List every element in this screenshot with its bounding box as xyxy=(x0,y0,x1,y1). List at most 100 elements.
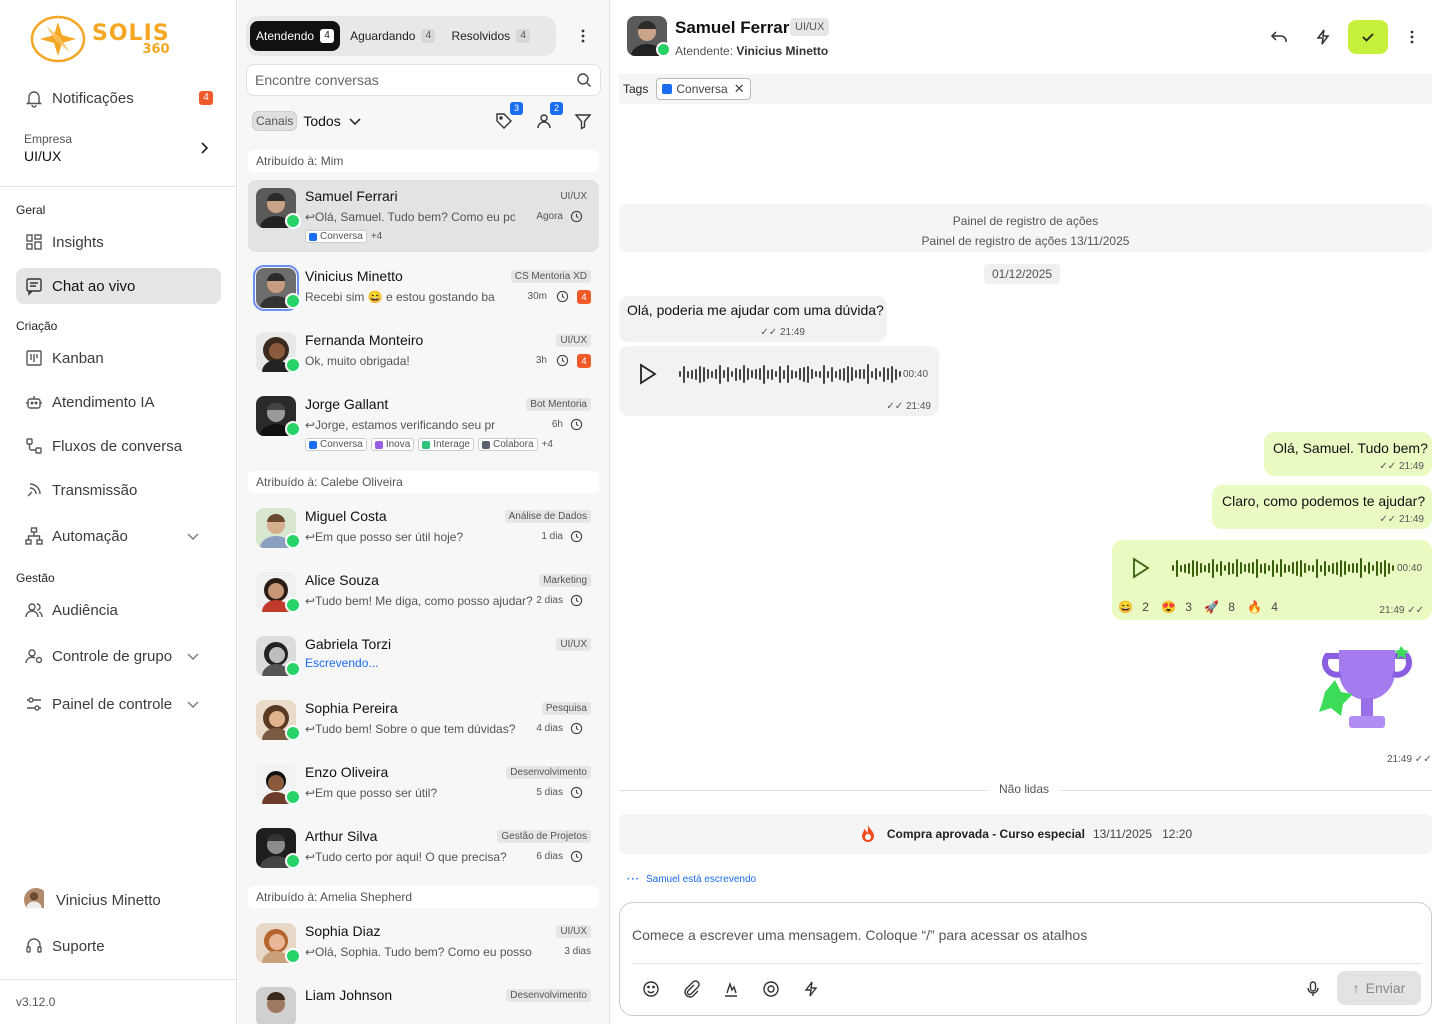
waveform-bar xyxy=(1332,562,1334,574)
search-input[interactable]: Encontre conversas xyxy=(246,64,601,96)
clock-icon xyxy=(570,786,583,799)
conversation-item[interactable]: Samuel Ferrari UI/UX ↩Olá, Samuel. Tudo … xyxy=(248,180,599,252)
waveform-bar xyxy=(1308,565,1310,571)
attachment-icon[interactable] xyxy=(682,980,700,998)
event-time: 12:20 xyxy=(1162,827,1193,841)
search-icon xyxy=(577,73,591,87)
conversation-item[interactable]: Fernanda Monteiro UI/UX Ok, muito obriga… xyxy=(248,324,599,396)
group-header: Atribuído à: Amelia Shepherd xyxy=(248,886,599,908)
nav-controle-grupo[interactable]: Controle de grupo xyxy=(16,638,221,674)
conversation-item[interactable]: Alice Souza Marketing ↩Tudo bem! Me diga… xyxy=(248,564,599,636)
nav-chat-ao-vivo[interactable]: Chat ao vivo xyxy=(16,268,221,304)
tag-chip[interactable]: Conversa ✕ xyxy=(656,78,751,100)
whatsapp-icon xyxy=(285,293,301,309)
nav-painel-controle[interactable]: Painel de controle xyxy=(16,686,221,722)
microphone-icon[interactable] xyxy=(1304,980,1322,998)
conversation-item[interactable]: Vinicius Minetto CS Mentoria XD Recebi s… xyxy=(248,260,599,332)
conversation-item[interactable]: Gabriela Torzi UI/UX Escrevendo... xyxy=(248,628,599,700)
waveform-bar xyxy=(1204,564,1206,572)
tab-atendendo[interactable]: Atendendo 4 xyxy=(250,21,341,51)
waveform-bar xyxy=(727,366,729,382)
signature-icon[interactable] xyxy=(722,980,740,998)
shortcuts-button[interactable] xyxy=(1303,20,1343,54)
waveform-bar xyxy=(1256,558,1258,578)
robot-icon xyxy=(26,396,42,409)
notifications-item[interactable]: Notificações 4 xyxy=(16,80,221,116)
channel-select[interactable]: Todos xyxy=(303,113,340,129)
log-line: Painel de registro de ações 13/11/2025 xyxy=(921,234,1130,248)
nav-kanban[interactable]: Kanban xyxy=(16,340,221,376)
waveform-bar xyxy=(743,365,745,383)
record-icon[interactable] xyxy=(762,980,780,998)
nav-suporte[interactable]: Suporte xyxy=(16,928,221,964)
message-text: Olá, poderia me ajudar com uma dúvida? xyxy=(627,302,884,318)
close-icon[interactable]: ✕ xyxy=(734,81,745,97)
check-icon xyxy=(1362,33,1374,42)
team-badge: UI/UX xyxy=(790,18,830,36)
waveform-bar xyxy=(683,365,685,383)
nav-label: Fluxos de conversa xyxy=(52,437,183,455)
waveform-bar xyxy=(1244,564,1246,572)
send-button[interactable]: ↑ Enviar xyxy=(1337,971,1421,1005)
waveform-bar xyxy=(827,370,829,378)
conversation-item[interactable]: Arthur Silva Gestão de Projetos ↩Tudo ce… xyxy=(248,820,599,892)
nav-automacao[interactable]: Automação xyxy=(16,518,221,554)
play-icon[interactable] xyxy=(635,362,659,386)
tab-aguardando[interactable]: Aguardando 4 xyxy=(344,21,441,51)
message-time: 6 dias xyxy=(536,851,563,862)
nav-transmissao[interactable]: Transmissão xyxy=(16,472,221,508)
user-filter-count: 2 xyxy=(550,102,563,115)
emoji-icon[interactable] xyxy=(642,980,660,998)
resolve-button[interactable] xyxy=(1348,20,1388,54)
whatsapp-icon xyxy=(285,421,301,437)
conversation-item[interactable]: Liam Johnson Desenvolvimento xyxy=(248,979,599,1024)
team-badge: Desenvolvimento xyxy=(506,766,591,779)
whatsapp-icon xyxy=(285,213,301,229)
audio-waveform[interactable] xyxy=(679,362,903,386)
waveform-bar xyxy=(1372,565,1374,571)
user-profile[interactable]: Vinicius Minetto xyxy=(16,882,221,918)
conversation-item[interactable]: Enzo Oliveira Desenvolvimento ↩Em que po… xyxy=(248,756,599,828)
nav-insights[interactable]: Insights xyxy=(16,224,221,260)
play-icon[interactable] xyxy=(1128,556,1152,580)
contact-name: Alice Souza xyxy=(305,572,379,588)
last-message: ↩Jorge, estamos verificando seu problema… xyxy=(305,418,495,432)
fire-icon xyxy=(861,825,874,842)
waveform-bar xyxy=(1220,560,1222,576)
chevron-down-icon[interactable] xyxy=(347,113,363,129)
tab-label: Resolvidos xyxy=(451,29,511,43)
reactions[interactable]: 😄 2 😍 3 🚀 8 🔥 4 xyxy=(1118,600,1290,614)
nav-label: Audiência xyxy=(52,601,118,619)
conversation-item[interactable]: Sophia Diaz UI/UX ↩Olá, Sophia. Tudo bem… xyxy=(248,915,599,987)
trophy-sticker[interactable] xyxy=(1317,640,1417,744)
conversation-item[interactable]: Miguel Costa Análise de Dados ↩Em que po… xyxy=(248,500,599,572)
filter-icon[interactable] xyxy=(574,112,592,130)
message-time: 30m xyxy=(527,291,547,302)
app-version: v3.12.0 xyxy=(16,995,56,1009)
waveform-bar xyxy=(1180,564,1182,572)
brand-logo[interactable]: SOLIS 360 xyxy=(30,14,170,64)
nav-fluxos[interactable]: Fluxos de conversa xyxy=(16,428,221,464)
waveform-bar xyxy=(1216,564,1218,572)
user-icon xyxy=(537,114,551,129)
waveform-bar xyxy=(847,365,849,383)
tag-filter-button[interactable]: 3 xyxy=(495,102,523,130)
more-vertical-icon[interactable] xyxy=(574,27,592,45)
conversation-item[interactable]: Jorge Gallant Bot Mentoria ↩Jorge, estam… xyxy=(248,388,599,460)
conversation-list: Atendendo 4 Aguardando 4 Resolvidos 4 Encon… xyxy=(238,0,610,1024)
undo-button[interactable] xyxy=(1259,20,1299,54)
message-time: 1 dia xyxy=(541,531,563,542)
tab-resolvidos[interactable]: Resolvidos 4 xyxy=(445,21,536,51)
conversation-item[interactable]: Sophia Pereira Pesquisa ↩Tudo bem! Sobre… xyxy=(248,692,599,764)
whatsapp-icon xyxy=(285,533,301,549)
lightning-icon[interactable] xyxy=(802,980,820,998)
user-filter-button[interactable]: 2 xyxy=(535,102,563,130)
nav-audiencia[interactable]: Audiência xyxy=(16,592,221,628)
nav-atendimento-ia[interactable]: Atendimento IA xyxy=(16,384,221,420)
audio-waveform[interactable] xyxy=(1172,556,1396,580)
waveform-bar xyxy=(843,367,845,381)
company-selector[interactable]: Empresa UI/UX xyxy=(24,132,214,164)
more-vertical-icon[interactable] xyxy=(1403,28,1421,46)
message-composer[interactable]: Comece a escrever uma mensagem. Coloque … xyxy=(619,902,1432,1016)
waveform-bar xyxy=(1340,559,1342,577)
